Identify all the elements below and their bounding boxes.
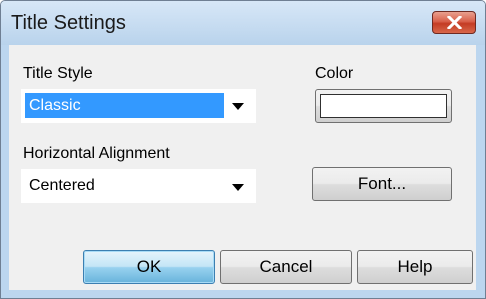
horizontal-alignment-label: Horizontal Alignment — [23, 145, 170, 162]
title-style-dropdown[interactable]: Classic — [21, 89, 256, 123]
window-title: Title Settings — [11, 12, 126, 34]
color-swatch — [320, 94, 447, 118]
title-settings-dialog: Title Settings Title Style Classic Color… — [0, 0, 486, 299]
color-picker-button[interactable] — [315, 89, 452, 123]
dialog-content: Title Style Classic Color Horizontal Ali… — [9, 45, 476, 290]
color-label: Color — [315, 65, 354, 82]
horizontal-alignment-selected-value: Centered — [29, 177, 95, 194]
help-button[interactable]: Help — [357, 250, 473, 284]
chevron-down-icon[interactable] — [232, 184, 244, 191]
ok-button[interactable]: OK — [83, 250, 215, 284]
close-button[interactable] — [432, 11, 476, 34]
chevron-down-icon[interactable] — [232, 103, 244, 110]
title-style-selected-value: Classic — [25, 93, 224, 118]
font-button[interactable]: Font... — [312, 167, 452, 201]
horizontal-alignment-dropdown[interactable]: Centered — [21, 169, 256, 203]
close-icon — [447, 16, 462, 29]
cancel-button[interactable]: Cancel — [220, 250, 352, 284]
title-style-label: Title Style — [23, 65, 93, 82]
title-bar[interactable]: Title Settings — [1, 1, 485, 45]
